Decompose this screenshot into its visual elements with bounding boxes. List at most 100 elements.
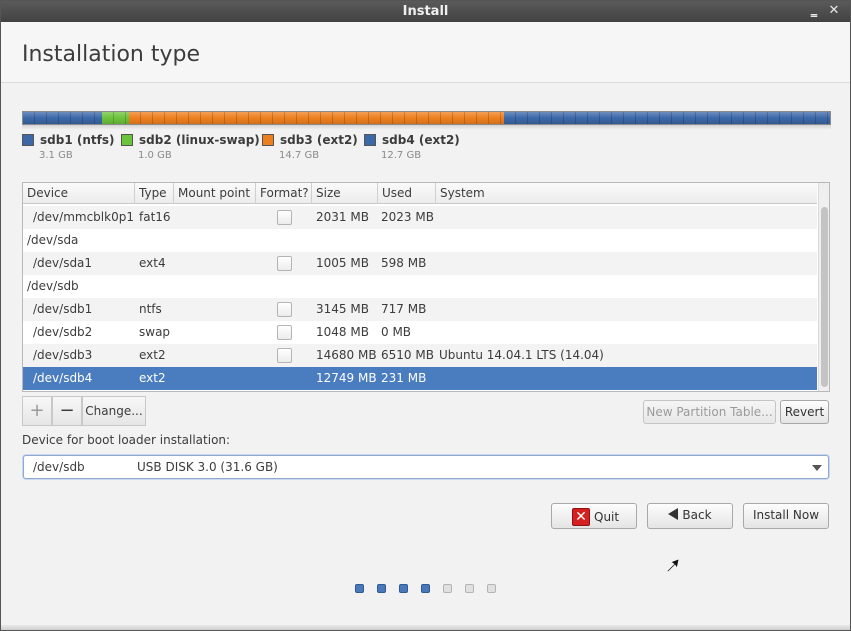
progress-dot <box>377 584 386 593</box>
legend-label: sdb2 (linux-swap) <box>139 133 260 147</box>
table-row[interactable]: /dev/sdb3 ext2 14680 MB 6510 MB Ubuntu 14.04… <box>23 344 817 367</box>
cell-system: Ubuntu 14.04.1 LTS (14.04) <box>439 348 604 362</box>
format-checkbox[interactable] <box>277 325 292 340</box>
cell-type: ext4 <box>139 256 166 270</box>
progress-dot <box>399 584 408 593</box>
cell-type: swap <box>139 325 171 339</box>
cell-device: /dev/sdb1 <box>33 302 93 316</box>
column-header-size[interactable]: Size <box>312 183 378 204</box>
boot-loader-label: Device for boot loader installation: <box>22 433 231 447</box>
column-header-used[interactable]: Used <box>378 183 436 204</box>
back-button[interactable]: Back <box>647 503 733 529</box>
window-title: Install <box>402 4 449 19</box>
cell-device: /dev/sdb <box>27 279 79 293</box>
boot-loader-device: /dev/sdb <box>33 460 85 474</box>
format-checkbox[interactable] <box>277 256 292 271</box>
cell-type: ntfs <box>139 302 162 316</box>
format-checkbox[interactable] <box>277 210 292 225</box>
cell-type: ext2 <box>139 371 166 385</box>
partition-bar-shadow <box>22 125 831 130</box>
legend-swatch <box>121 134 133 146</box>
table-row[interactable]: /dev/sdb <box>23 275 817 298</box>
partition-segment <box>102 112 129 124</box>
column-header-mount-point[interactable]: Mount point <box>174 183 256 204</box>
cell-device: /dev/sda <box>27 233 79 247</box>
format-checkbox[interactable] <box>277 348 292 363</box>
cell-device: /dev/sdb2 <box>33 325 93 339</box>
cell-size: 1048 MB <box>316 325 369 339</box>
cell-size: 1005 MB <box>316 256 369 270</box>
quit-label: Quit <box>594 510 620 524</box>
table-row[interactable]: /dev/sdb4 ext2 12749 MB 231 MB <box>23 367 817 390</box>
partition-segment <box>23 112 103 124</box>
chevron-down-icon[interactable] <box>812 465 822 471</box>
progress-dot <box>487 584 496 593</box>
table-body: /dev/mmcblk0p1 fat16 2031 MB 2023 MB/dev/sd… <box>23 206 817 390</box>
new-partition-table-button[interactable]: New Partition Table... <box>643 400 776 424</box>
cell-used: 231 MB <box>381 371 427 385</box>
page-header: Installation type <box>1 22 850 82</box>
cell-used: 598 MB <box>381 256 427 270</box>
legend-size: 1.0 GB <box>138 150 172 161</box>
cell-used: 6510 MB <box>381 348 434 362</box>
cell-used: 2023 MB <box>381 210 434 224</box>
legend-label: sdb1 (ntfs) <box>40 133 115 147</box>
column-header-device[interactable]: Device <box>23 183 135 204</box>
legend-swatch <box>22 134 34 146</box>
close-icon[interactable]: ✕ <box>826 3 842 19</box>
change-partition-button[interactable]: Change... <box>82 396 146 426</box>
legend-label: sdb4 (ext2) <box>382 133 460 147</box>
table-row[interactable]: /dev/sdb1 ntfs 3145 MB 717 MB <box>23 298 817 321</box>
progress-dot <box>421 584 430 593</box>
legend-swatch <box>364 134 376 146</box>
cell-size: 3145 MB <box>316 302 369 316</box>
legend-size: 12.7 GB <box>381 150 422 161</box>
cell-device: /dev/sdb3 <box>33 348 93 362</box>
scrollbar-thumb[interactable] <box>821 207 828 387</box>
column-header-format[interactable]: Format? <box>256 183 312 204</box>
boot-loader-select[interactable]: /dev/sdb USB DISK 3.0 (31.6 GB) <box>23 455 829 479</box>
quit-button[interactable]: ✕ Quit <box>551 503 637 529</box>
legend-label: sdb3 (ext2) <box>280 133 358 147</box>
cell-device: /dev/mmcblk0p1 <box>33 210 134 224</box>
progress-dot <box>465 584 474 593</box>
cell-used: 0 MB <box>381 325 412 339</box>
cell-device: /dev/sdb4 <box>33 371 93 385</box>
header-divider <box>1 82 850 83</box>
format-checkbox[interactable] <box>277 302 292 317</box>
revert-button[interactable]: Revert <box>780 400 829 424</box>
cell-type: ext2 <box>139 348 166 362</box>
table-row[interactable]: /dev/sdb2 swap 1048 MB 0 MB <box>23 321 817 344</box>
back-label: Back <box>682 508 712 522</box>
installer-window: Install ‗ ✕ Installation type sdb1 (ntfs… <box>0 0 851 631</box>
table-row[interactable]: /dev/sda1 ext4 1005 MB 598 MB <box>23 252 817 275</box>
cell-type: fat16 <box>139 210 171 224</box>
table-scrollbar[interactable] <box>818 183 829 391</box>
page-title: Installation type <box>22 42 200 67</box>
partition-segment <box>128 112 505 124</box>
table-row[interactable]: /dev/sda <box>23 229 817 252</box>
table-row[interactable]: /dev/mmcblk0p1 fat16 2031 MB 2023 MB <box>23 206 817 229</box>
window-bottom-edge <box>1 625 850 630</box>
cell-size: 14680 MB <box>316 348 377 362</box>
column-header-system[interactable]: System <box>436 183 817 204</box>
install-now-button[interactable]: Install Now <box>743 503 829 529</box>
cell-device: /dev/sda1 <box>33 256 93 270</box>
cell-used: 717 MB <box>381 302 427 316</box>
minimize-icon[interactable]: ‗ <box>806 3 822 19</box>
table-header: Device Type Mount point Format? Size Use… <box>23 183 817 204</box>
partition-table[interactable]: Device Type Mount point Format? Size Use… <box>22 182 830 392</box>
partition-bar <box>22 111 831 125</box>
column-header-type[interactable]: Type <box>135 183 174 204</box>
partition-segment <box>504 112 830 124</box>
cell-size: 12749 MB <box>316 371 377 385</box>
progress-dot <box>355 584 364 593</box>
quit-icon: ✕ <box>572 508 590 526</box>
add-partition-button[interactable]: + <box>22 396 52 426</box>
cell-size: 2031 MB <box>316 210 369 224</box>
title-bar[interactable]: Install ‗ ✕ <box>1 1 850 22</box>
back-arrow-icon <box>668 508 679 520</box>
legend-size: 3.1 GB <box>39 150 73 161</box>
remove-partition-button[interactable]: − <box>52 396 82 426</box>
boot-loader-description: USB DISK 3.0 (31.6 GB) <box>137 460 278 474</box>
